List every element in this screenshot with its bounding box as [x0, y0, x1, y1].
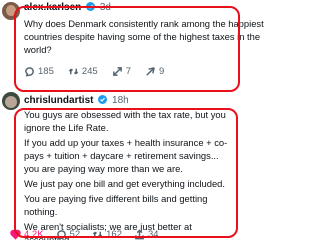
like-count: 4.2K [24, 229, 44, 240]
post-time[interactable]: 18h [112, 95, 129, 106]
action-bar: 185 245 7 9 [24, 66, 178, 77]
post-card: alex.karlsen 3d Why does Denmark consist… [0, 0, 264, 88]
post-header: chrislundartist 18h [24, 95, 129, 107]
post-time[interactable]: 3d [100, 2, 111, 13]
post-text-line: world? [24, 44, 52, 55]
reply-icon [25, 67, 34, 77]
reply-icon [56, 230, 66, 240]
avatar[interactable] [2, 2, 20, 20]
post-text: Why does Denmark consistently rank among… [24, 17, 264, 56]
post-text-line: Why does Denmark consistently rank among… [24, 18, 264, 29]
post-text-line: countries despite having some of the hig… [24, 31, 261, 42]
reply-count: 185 [38, 66, 54, 77]
post-text: You guys are obsessed with the tax rate,… [24, 108, 236, 240]
share-count: 34 [147, 229, 159, 240]
share-button[interactable]: 9 [145, 66, 164, 77]
quote-repost-icon [112, 67, 122, 76]
author-name[interactable]: chrislundartist [24, 95, 93, 106]
share-button[interactable]: 34 [134, 229, 159, 240]
share-count: 9 [159, 66, 165, 77]
author-name[interactable]: alex.karlsen [24, 2, 81, 13]
avatar[interactable] [2, 92, 20, 110]
like-count: 7 [125, 66, 132, 77]
repost-button[interactable]: 162 [92, 229, 122, 240]
post-card: chrislundartist 18h You guys are obsesse… [0, 88, 240, 240]
share-icon [146, 67, 155, 76]
verified-badge-icon [98, 95, 108, 104]
repost-count: 245 [81, 66, 98, 77]
verified-badge-icon [86, 2, 96, 11]
post-paragraph: We just pay one bill and get everything … [24, 178, 225, 189]
share-icon [135, 229, 144, 240]
post-paragraph: You guys are obsessed with the tax rate,… [24, 109, 226, 133]
repost-icon [92, 231, 103, 238]
quote-button[interactable]: 7 [112, 66, 131, 77]
repost-icon [68, 68, 79, 75]
reply-count: 52 [69, 229, 81, 240]
action-bar: 4.2K 52 162 34 [10, 229, 171, 240]
post-paragraph: You are paying five different bills and … [24, 193, 208, 217]
heart-icon [10, 229, 21, 240]
like-button[interactable]: 4.2K [10, 229, 44, 240]
reply-button[interactable]: 52 [56, 229, 81, 240]
post-paragraph: If you add up your taxes + health insura… [24, 137, 228, 174]
reply-button[interactable]: 185 [24, 66, 54, 77]
post-header: alex.karlsen 3d [24, 2, 111, 14]
repost-count: 162 [106, 229, 122, 240]
repost-button[interactable]: 245 [68, 66, 98, 77]
